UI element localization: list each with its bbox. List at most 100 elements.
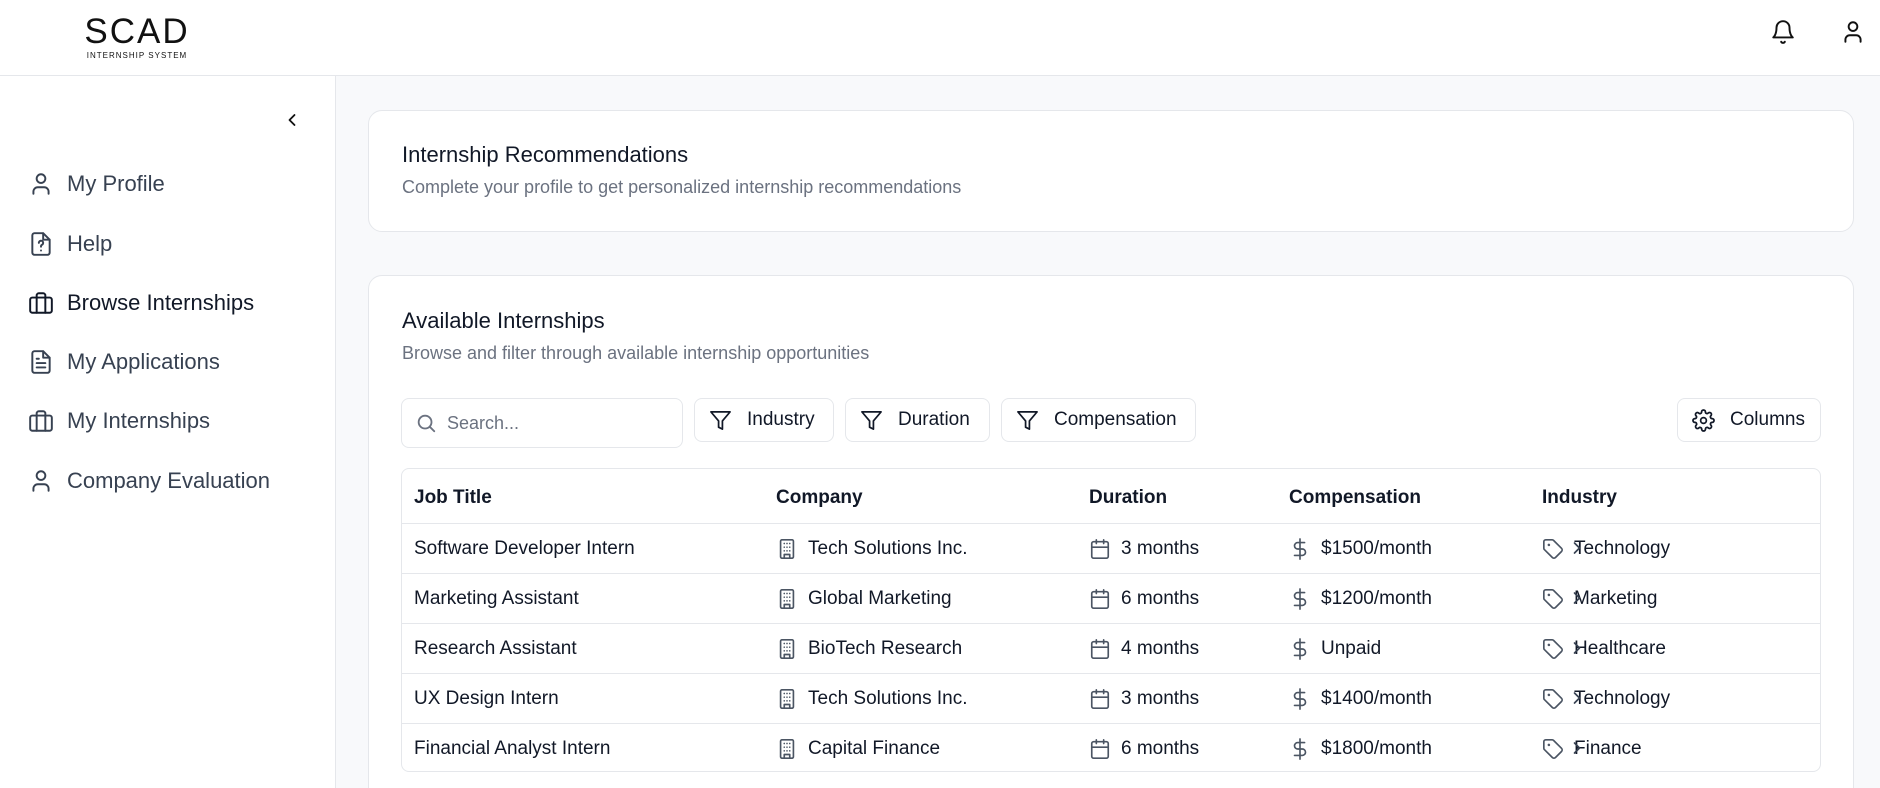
table-row[interactable]: Marketing Assistant Global Marketing 6 m… (402, 573, 1820, 624)
compensation-cell: $1500/month (1289, 524, 1432, 574)
chevron-right-icon[interactable] (1567, 588, 1587, 608)
briefcase-icon (28, 408, 54, 434)
building-icon (776, 588, 798, 610)
sidebar: My Profile Help Browse Internships My Ap… (0, 76, 336, 788)
duration-cell: 6 months (1089, 724, 1199, 771)
job-title-cell: UX Design Intern (414, 688, 559, 709)
tag-icon (1542, 738, 1564, 760)
sidebar-item-my-applications[interactable]: My Applications (28, 344, 220, 380)
collapse-sidebar-icon[interactable] (282, 110, 302, 130)
user-icon[interactable] (1840, 19, 1866, 45)
chevron-right-icon[interactable] (1567, 638, 1587, 658)
sidebar-item-label: Browse Internships (67, 290, 255, 315)
logo-subtitle: INTERNSHIP SYSTEM (86, 51, 188, 60)
industry-cell: Marketing (1542, 574, 1657, 624)
chevron-right-icon[interactable] (1567, 688, 1587, 708)
document-icon (28, 349, 54, 375)
internships-table: Job Title Company Duration Compensation … (401, 468, 1821, 772)
building-icon (776, 688, 798, 710)
compensation-filter-button[interactable]: Compensation (1001, 398, 1196, 442)
industry-filter-button[interactable]: Industry (694, 398, 834, 442)
company-cell: BioTech Research (776, 624, 962, 674)
header-company[interactable]: Company (776, 487, 863, 509)
company-cell: Tech Solutions Inc. (776, 674, 967, 724)
calendar-icon (1089, 588, 1111, 610)
duration-filter-button[interactable]: Duration (845, 398, 990, 442)
job-title-cell: Marketing Assistant (414, 588, 579, 609)
sidebar-item-label: My Internships (67, 408, 211, 433)
top-bar: SCAD INTERNSHIP SYSTEM (0, 0, 1880, 76)
duration-filter-label: Duration (898, 409, 970, 430)
job-title-cell: Software Developer Intern (414, 538, 635, 559)
header-job-title[interactable]: Job Title (414, 487, 492, 509)
table-row[interactable]: Financial Analyst Intern Capital Finance… (402, 723, 1820, 771)
filter-icon (1016, 409, 1039, 432)
company-cell: Capital Finance (776, 724, 940, 771)
compensation-cell: Unpaid (1289, 624, 1381, 674)
available-title: Available Internships (402, 308, 605, 333)
filter-icon (709, 409, 732, 432)
search-input[interactable] (447, 412, 667, 434)
sidebar-item-my-internships[interactable]: My Internships (28, 403, 210, 439)
header-duration[interactable]: Duration (1089, 487, 1167, 509)
compensation-filter-label: Compensation (1054, 409, 1177, 430)
industry-cell: Technology (1542, 524, 1670, 574)
calendar-icon (1089, 738, 1111, 760)
job-title-cell: Financial Analyst Intern (414, 738, 611, 759)
sidebar-item-label: Company Evaluation (67, 468, 271, 493)
sidebar-item-help[interactable]: Help (28, 226, 112, 262)
search-icon (415, 412, 437, 434)
building-icon (776, 638, 798, 660)
columns-button[interactable]: Columns (1677, 398, 1821, 442)
sidebar-item-my-profile[interactable]: My Profile (28, 166, 165, 202)
duration-cell: 3 months (1089, 524, 1199, 574)
table-row[interactable]: UX Design Intern Tech Solutions Inc. 3 m… (402, 673, 1820, 724)
dollar-icon (1289, 588, 1311, 610)
search-box (401, 398, 683, 448)
compensation-cell: $1800/month (1289, 724, 1432, 771)
duration-cell: 3 months (1089, 674, 1199, 724)
briefcase-icon (28, 290, 54, 316)
building-icon (776, 738, 798, 760)
recommendations-description: Complete your profile to get personalize… (402, 177, 962, 197)
dollar-icon (1289, 638, 1311, 660)
industry-cell: Technology (1542, 674, 1670, 724)
compensation-cell: $1200/month (1289, 574, 1432, 624)
industry-cell: Healthcare (1542, 624, 1666, 674)
company-cell: Tech Solutions Inc. (776, 524, 967, 574)
sidebar-item-company-evaluation[interactable]: Company Evaluation (28, 463, 270, 499)
filter-icon (860, 409, 883, 432)
tag-icon (1542, 638, 1564, 660)
user-icon (28, 171, 54, 197)
scad-logo[interactable]: SCAD INTERNSHIP SYSTEM (84, 14, 190, 61)
calendar-icon (1089, 638, 1111, 660)
dollar-icon (1289, 538, 1311, 560)
header-compensation[interactable]: Compensation (1289, 487, 1421, 509)
duration-cell: 4 months (1089, 624, 1199, 674)
help-file-icon (28, 231, 54, 257)
industry-filter-label: Industry (747, 409, 815, 430)
chevron-right-icon[interactable] (1567, 738, 1587, 758)
gear-icon (1692, 408, 1715, 432)
available-description: Browse and filter through available inte… (402, 343, 870, 363)
chevron-right-icon[interactable] (1567, 538, 1587, 558)
tag-icon (1542, 588, 1564, 610)
calendar-icon (1089, 688, 1111, 710)
tag-icon (1542, 538, 1564, 560)
header-industry[interactable]: Industry (1542, 487, 1617, 509)
tag-icon (1542, 688, 1564, 710)
columns-label: Columns (1730, 409, 1805, 430)
sidebar-item-label: My Profile (67, 171, 165, 196)
job-title-cell: Research Assistant (414, 638, 577, 659)
company-cell: Global Marketing (776, 574, 952, 624)
recommendations-title: Internship Recommendations (402, 142, 689, 167)
dollar-icon (1289, 738, 1311, 760)
bell-icon[interactable] (1770, 19, 1796, 45)
sidebar-item-browse-internships[interactable]: Browse Internships (28, 285, 254, 321)
table-row[interactable]: Software Developer Intern Tech Solutions… (402, 523, 1820, 574)
calendar-icon (1089, 538, 1111, 560)
compensation-cell: $1400/month (1289, 674, 1432, 724)
building-icon (776, 538, 798, 560)
industry-cell: Finance (1542, 724, 1642, 771)
table-row[interactable]: Research Assistant BioTech Research 4 mo… (402, 623, 1820, 674)
